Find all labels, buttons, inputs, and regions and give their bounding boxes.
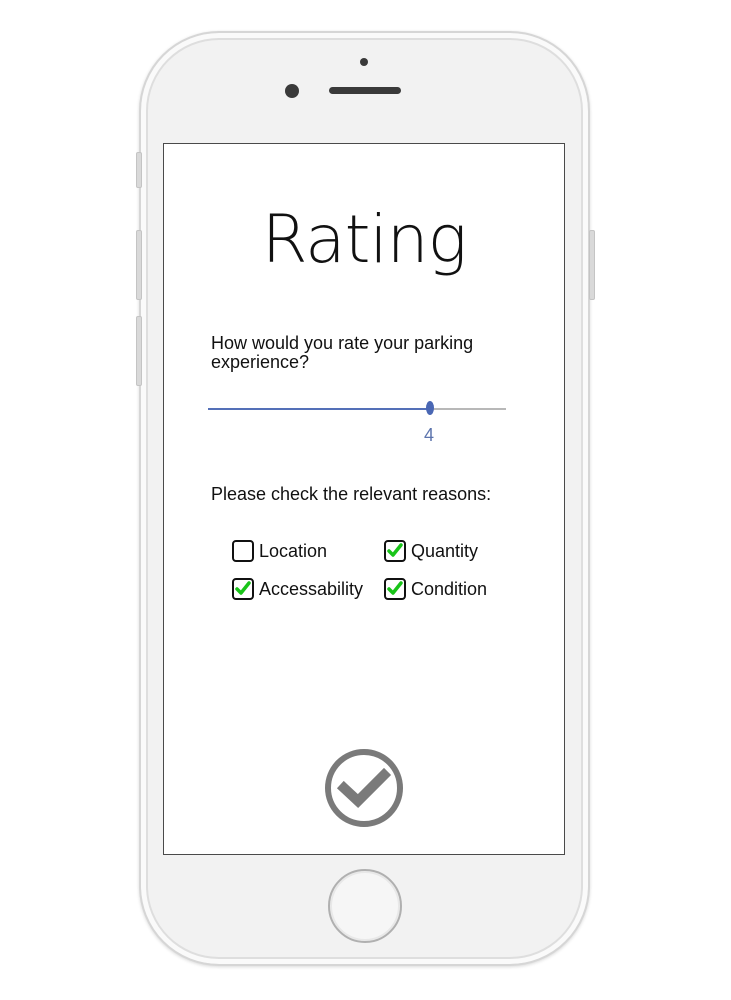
front-camera [285, 84, 299, 98]
rating-slider[interactable] [208, 396, 506, 424]
power-button [589, 230, 595, 300]
slider-fill [208, 408, 430, 410]
checkmark-icon [387, 543, 403, 557]
location-checkbox[interactable] [232, 540, 254, 562]
slider-value: 4 [423, 425, 434, 445]
volume-down-button [136, 316, 142, 386]
earpiece-speaker [329, 87, 401, 94]
reason-accessability[interactable]: Accessability [232, 578, 363, 600]
submit-button[interactable] [324, 748, 404, 828]
condition-label: Condition [411, 578, 488, 599]
accessability-checkbox[interactable] [232, 578, 254, 600]
reason-condition[interactable]: Condition [384, 578, 487, 600]
condition-checkbox[interactable] [384, 578, 406, 600]
reason-quantity[interactable]: Quantity [384, 540, 478, 562]
accessability-label: Accessability [259, 578, 364, 599]
mute-switch [136, 152, 142, 188]
reason-location[interactable]: Location [232, 540, 327, 562]
page-title: Rating [261, 201, 468, 278]
checkmark-icon [235, 581, 251, 595]
checkmark-circle-icon [325, 749, 403, 827]
quantity-checkbox[interactable] [384, 540, 406, 562]
location-label: Location [259, 540, 328, 561]
reasons-label: Please check the relevant reasons: [211, 484, 492, 504]
app-screen: Rating How would you rate your parking e… [163, 143, 565, 855]
rating-question: How would you rate your parking experien… [211, 333, 474, 372]
proximity-sensor [360, 58, 368, 66]
checkmark-icon [387, 581, 403, 595]
home-button[interactable] [328, 869, 402, 943]
quantity-label: Quantity [411, 540, 479, 561]
volume-up-button [136, 230, 142, 300]
slider-thumb[interactable] [425, 401, 434, 415]
